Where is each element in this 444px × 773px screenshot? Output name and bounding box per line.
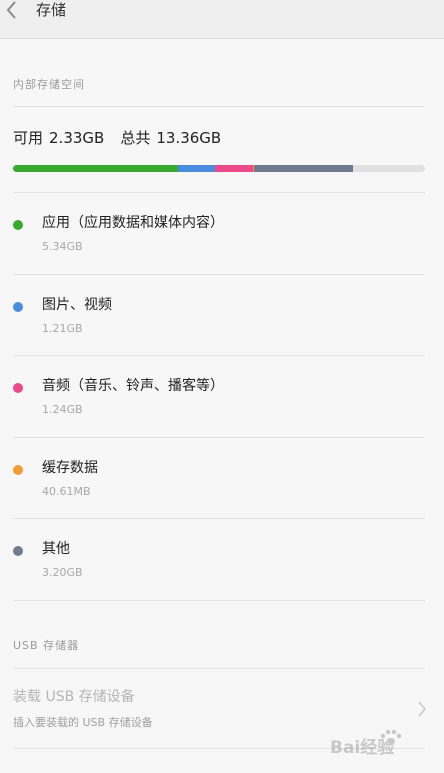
divider	[13, 600, 425, 601]
category-label: 图片、视频	[42, 297, 112, 313]
category-color-dot	[13, 302, 23, 312]
back-arrow-icon[interactable]	[4, 0, 20, 20]
mount-usb-label: 装载 USB 存储设备	[13, 689, 135, 705]
total-label: 总共	[120, 129, 151, 147]
divider	[13, 437, 425, 438]
mount-usb-description: 插入要装载的 USB 存储设备	[13, 716, 153, 729]
divider	[13, 518, 425, 519]
usage-bar-segment	[254, 165, 354, 172]
total-value: 13.36GB	[156, 129, 222, 147]
chevron-right-icon	[418, 701, 426, 717]
storage-row-audio[interactable]: 音频（音乐、铃声、播客等） 1.24GB	[0, 357, 444, 438]
storage-row-pictures-videos[interactable]: 图片、视频 1.21GB	[0, 276, 444, 357]
category-color-dot	[13, 383, 23, 393]
usb-storage-section-title: USB 存储器	[13, 639, 80, 652]
baidu-jingyan-watermark-logo: Bai经验	[330, 729, 402, 758]
divider	[13, 668, 425, 669]
usage-bar-segment	[177, 165, 215, 172]
available-label: 可用	[13, 129, 44, 147]
category-label: 应用（应用数据和媒体内容）	[42, 215, 224, 231]
page-title: 存储	[36, 1, 67, 19]
category-color-dot	[13, 546, 23, 556]
storage-row-cache[interactable]: 缓存数据 40.61MB	[0, 439, 444, 520]
available-value: 2.33GB	[49, 129, 105, 147]
category-size: 3.20GB	[42, 566, 83, 579]
internal-storage-section-title: 内部存储空间	[13, 78, 85, 91]
divider	[13, 274, 425, 275]
category-size: 5.34GB	[42, 240, 83, 253]
storage-row-apps[interactable]: 应用（应用数据和媒体内容） 5.34GB	[0, 194, 444, 275]
divider	[13, 106, 425, 107]
category-color-dot	[13, 220, 23, 230]
usage-bar-segment	[214, 165, 254, 172]
category-size: 1.24GB	[42, 403, 83, 416]
category-size: 40.61MB	[42, 485, 91, 498]
storage-usage-bar	[13, 165, 425, 172]
top-bar: 存储	[0, 0, 444, 39]
category-color-dot	[13, 465, 23, 475]
svg-text:Bai经验: Bai经验	[330, 737, 395, 758]
usage-bar-segment	[13, 165, 178, 172]
divider	[13, 192, 425, 193]
category-label: 其他	[42, 541, 70, 557]
divider	[13, 355, 425, 356]
storage-summary: 可用 2.33GB 总共 13.36GB	[13, 127, 221, 148]
category-label: 音频（音乐、铃声、播客等）	[42, 378, 224, 394]
category-size: 1.21GB	[42, 322, 83, 335]
category-label: 缓存数据	[42, 460, 98, 476]
storage-row-other[interactable]: 其他 3.20GB	[0, 520, 444, 601]
